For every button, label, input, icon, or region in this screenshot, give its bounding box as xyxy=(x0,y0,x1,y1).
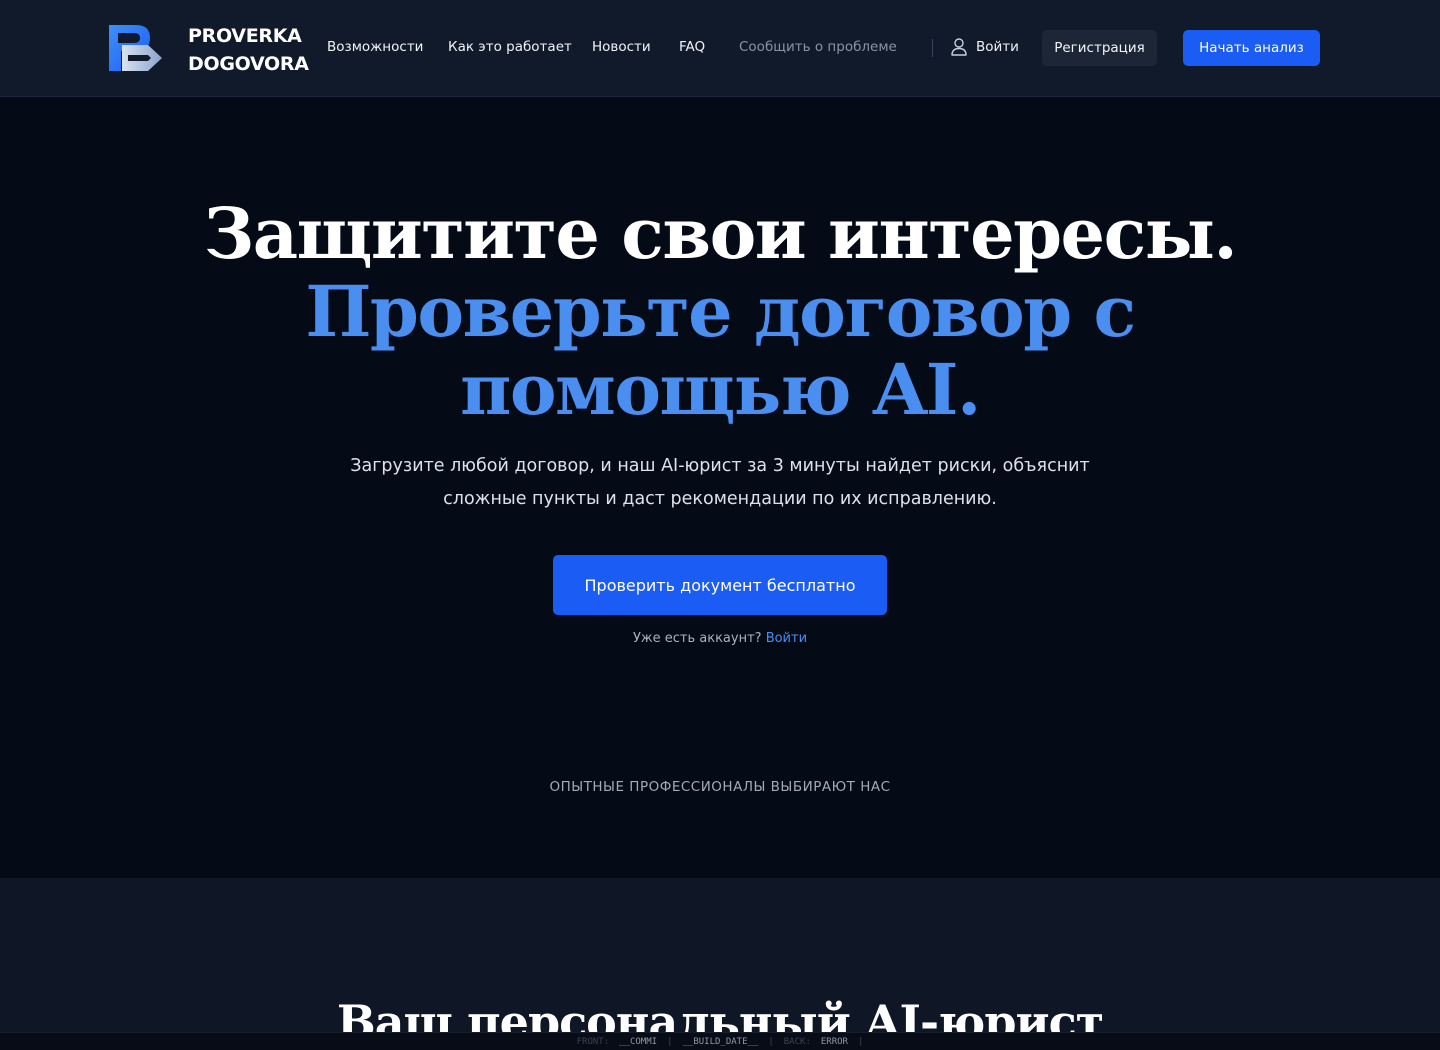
nav-features[interactable]: Возможности xyxy=(327,37,423,57)
hero-title-line-2: Проверьте договор с xyxy=(305,270,1136,353)
status-separator: | xyxy=(768,1036,774,1047)
account-prompt-text: Уже есть аккаунт? xyxy=(632,631,762,646)
brand-name[interactable]: PROVERKA DOGOVORA xyxy=(188,22,309,78)
nav-news[interactable]: Новости xyxy=(592,37,651,57)
login-label: Войти xyxy=(976,39,1019,55)
start-analysis-button[interactable]: Начать анализ xyxy=(1183,30,1320,66)
build-status-bar: FRONT: __COMMI | __BUILD_DATE__ | BACK: … xyxy=(0,1032,1440,1050)
back-label: BACK: xyxy=(783,1036,811,1047)
nav-how-it-works[interactable]: Как это работает xyxy=(448,37,572,57)
account-prompt: Уже есть аккаунт? Войти xyxy=(520,631,920,646)
status-separator: | xyxy=(667,1036,673,1047)
professionals-heading: ОПЫТНЫЕ ПРОФЕССИОНАЛЫ ВЫБИРАЮТ НАС xyxy=(549,779,891,795)
brand-line-2: DOGOVORA xyxy=(188,53,309,75)
check-document-button[interactable]: Проверить документ бесплатно xyxy=(553,555,887,615)
user-icon xyxy=(951,38,967,56)
site-header: PROVERKA DOGOVORA Возможности Как это ра… xyxy=(0,0,1440,97)
nav-divider xyxy=(932,39,933,57)
pd-logo-icon[interactable] xyxy=(104,21,166,75)
status-separator: | xyxy=(857,1036,864,1047)
hero-title-line-3: помощью AI. xyxy=(460,348,981,431)
build-date: __BUILD_DATE__ xyxy=(682,1036,759,1047)
register-button[interactable]: Регистрация xyxy=(1042,30,1157,66)
account-login-link[interactable]: Войти xyxy=(766,631,807,646)
hero-subtitle: Загрузите любой договор, и наш AI-юрист … xyxy=(350,456,1090,509)
nav-report-problem[interactable]: Сообщить о проблеме xyxy=(739,37,897,57)
back-status: ERROR xyxy=(820,1036,848,1047)
hero-title-line-1: Защитите свои интересы. xyxy=(203,192,1238,275)
brand-line-1: PROVERKA xyxy=(188,25,302,47)
login-link[interactable]: Войти xyxy=(950,36,1019,58)
nav-faq[interactable]: FAQ xyxy=(679,37,705,57)
front-label: FRONT: xyxy=(576,1036,610,1047)
front-commit: __COMMI xyxy=(619,1036,658,1047)
hero-title: Защитите свои интересы. Проверьте догово… xyxy=(120,195,1320,429)
